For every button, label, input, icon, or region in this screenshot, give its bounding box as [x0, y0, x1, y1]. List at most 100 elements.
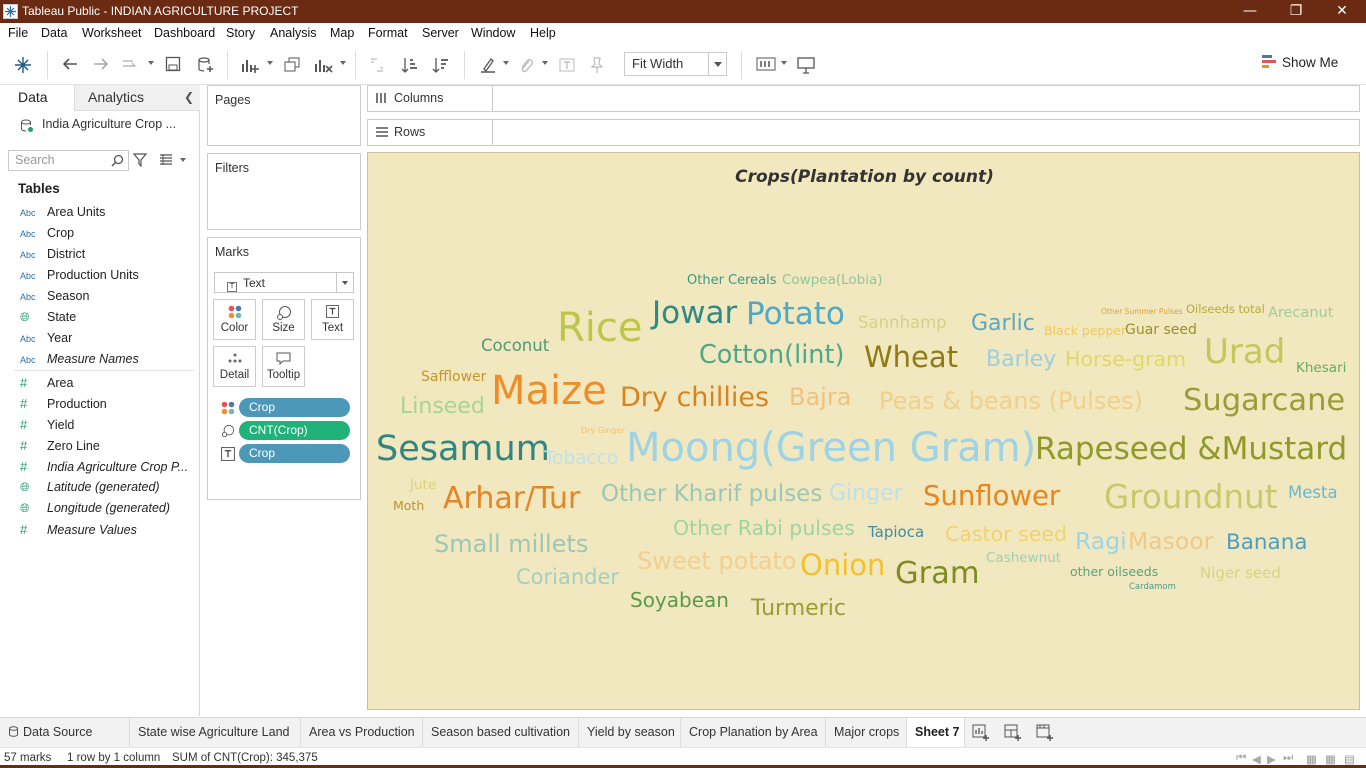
text-pill[interactable]: Crop — [239, 444, 350, 463]
word-other-rabi-pulses[interactable]: Other Rabi pulses — [673, 518, 855, 539]
word-cardamom[interactable]: Cardamom — [1129, 583, 1176, 592]
data-source-item[interactable]: India Agriculture Crop ... — [21, 117, 176, 132]
word-wheat[interactable]: Wheat — [864, 343, 958, 372]
word-dry-chillies[interactable]: Dry chillies — [620, 384, 769, 411]
word-tapioca[interactable]: Tapioca — [868, 525, 924, 540]
word-dry-ginger[interactable]: Dry Ginger — [581, 427, 625, 435]
word-castor-seed[interactable]: Castor seed — [945, 524, 1067, 545]
field-production[interactable]: # Production — [20, 396, 107, 416]
field-longitude[interactable]: 🌐︎ Longitude (generated) — [20, 501, 170, 521]
menu-server[interactable]: Server — [422, 26, 459, 40]
highlight-dropdown-icon[interactable] — [503, 61, 509, 65]
field-state[interactable]: 🌐︎ State — [20, 310, 76, 330]
tab-major-crops[interactable]: Major crops — [826, 718, 907, 748]
word-jowar[interactable]: Jowar — [652, 298, 737, 329]
menu-map[interactable]: Map — [330, 26, 354, 40]
word-coriander[interactable]: Coriander — [516, 567, 619, 588]
sort-ascending-icon[interactable] — [398, 53, 422, 75]
word-onion[interactable]: Onion — [800, 551, 885, 580]
word-cloud-view[interactable]: Crops(Plantation by count) Other Cereals… — [367, 152, 1360, 710]
tab-data-source[interactable]: Data Source — [0, 718, 130, 748]
menu-dashboard[interactable]: Dashboard — [154, 26, 215, 40]
word-niger-seed[interactable]: Niger seed — [1200, 566, 1281, 581]
word-linseed[interactable]: Linseed — [400, 396, 485, 418]
size-button[interactable]: Size — [262, 299, 305, 340]
word-potato[interactable]: Potato — [746, 299, 845, 330]
show-sheet-sorter-icon[interactable]: ▦ — [1325, 752, 1336, 766]
presentation-mode-icon[interactable] — [794, 53, 818, 75]
search-input[interactable]: Search — [8, 150, 129, 171]
fix-axes-icon[interactable] — [585, 53, 609, 75]
next-sheet-icon[interactable]: ▶ — [1267, 752, 1276, 766]
word-small-millets[interactable]: Small millets — [434, 532, 588, 556]
new-data-source-icon[interactable] — [194, 53, 218, 75]
field-india-agriculture-count[interactable]: # India Agriculture Crop P... — [20, 459, 188, 479]
restore-icon[interactable]: ❐ — [1273, 0, 1319, 23]
field-production-units[interactable]: Abc Production Units — [20, 268, 139, 288]
swap-rows-columns-icon[interactable] — [365, 53, 389, 75]
pages-card[interactable]: Pages — [207, 85, 361, 146]
word-garlic[interactable]: Garlic — [971, 313, 1035, 335]
word-banana[interactable]: Banana — [1226, 532, 1308, 554]
new-dashboard-icon[interactable] — [1004, 724, 1022, 742]
tab-state-wise-agriculture-land[interactable]: State wise Agriculture Land — [130, 718, 301, 748]
size-pill[interactable]: CNT(Crop) — [239, 421, 350, 440]
highlight-icon[interactable] — [476, 53, 500, 75]
word-tobacco[interactable]: Tobacco — [544, 449, 618, 469]
new-story-icon[interactable] — [1036, 724, 1054, 742]
view-list-icon[interactable] — [159, 153, 173, 167]
tooltip-button[interactable]: Tooltip — [262, 346, 305, 387]
word-mesta[interactable]: Mesta — [1288, 484, 1338, 502]
word-arhar-tur[interactable]: Arhar/Tur — [443, 484, 580, 514]
detail-button[interactable]: Detail — [213, 346, 256, 387]
word-bajra[interactable]: Bajra — [789, 385, 851, 409]
close-icon[interactable]: ✕ — [1319, 0, 1365, 23]
field-measure-values[interactable]: # Measure Values — [20, 522, 137, 542]
word-moth[interactable]: Moth — [393, 499, 424, 513]
word-barley[interactable]: Barley — [986, 349, 1056, 371]
word-peas-beans-pulses[interactable]: Peas & beans (Pulses) — [879, 389, 1143, 413]
group-members-icon[interactable] — [514, 53, 538, 75]
menu-file[interactable]: File — [8, 26, 28, 40]
show-cards-icon[interactable] — [754, 53, 778, 75]
word-turmeric[interactable]: Turmeric — [751, 598, 846, 620]
new-worksheet-icon[interactable] — [238, 53, 262, 75]
show-tabs-icon[interactable]: ▤ — [1344, 752, 1355, 766]
word-rice[interactable]: Rice — [557, 308, 643, 348]
replay-icon[interactable] — [119, 53, 143, 75]
field-crop[interactable]: Abc Crop — [20, 226, 74, 246]
color-button[interactable]: Color — [213, 299, 256, 340]
word-jute[interactable]: Jute — [410, 478, 436, 493]
last-sheet-icon[interactable]: ⏭ — [1283, 752, 1293, 765]
columns-shelf[interactable]: Columns — [367, 85, 1360, 112]
show-cards-dropdown-icon[interactable] — [781, 61, 787, 65]
clear-dropdown-icon[interactable] — [340, 61, 346, 65]
word-other-oilseeds[interactable]: other oilseeds — [1070, 565, 1158, 579]
chevron-down-icon[interactable] — [708, 53, 726, 75]
tab-data[interactable]: Data — [0, 85, 74, 111]
rows-shelf[interactable]: Rows — [367, 119, 1360, 146]
field-zero-line[interactable]: # Zero Line — [20, 438, 100, 458]
word-other-summer-pulses[interactable]: Other Summer Pulses — [1101, 308, 1183, 316]
menu-window[interactable]: Window — [471, 26, 515, 40]
collapse-pane-icon[interactable]: ❮ — [184, 90, 194, 104]
tab-yield-by-season[interactable]: Yield by season — [579, 718, 681, 748]
word-cowpea-lobia[interactable]: Cowpea(Lobia) — [782, 273, 883, 288]
filter-icon[interactable] — [133, 153, 147, 167]
word-gram[interactable]: Gram — [895, 558, 980, 590]
word-horse-gram[interactable]: Horse-gram — [1065, 349, 1186, 370]
fit-dropdown[interactable]: Fit Width — [624, 52, 727, 76]
field-yield[interactable]: # Yield — [20, 417, 74, 437]
field-measure-names[interactable]: Abc Measure Names — [20, 352, 139, 372]
mark-type-dropdown[interactable]: T Text — [214, 272, 354, 293]
undo-icon[interactable] — [58, 53, 82, 75]
word-other-kharif-pulses[interactable]: Other Kharif pulses — [601, 483, 822, 506]
word-soyabean[interactable]: Soyabean — [630, 590, 729, 610]
clear-sheet-icon[interactable] — [311, 53, 335, 75]
duplicate-sheet-icon[interactable] — [280, 53, 304, 75]
save-icon[interactable] — [161, 53, 185, 75]
field-district[interactable]: Abc District — [20, 247, 85, 267]
menu-format[interactable]: Format — [368, 26, 408, 40]
show-mark-labels-icon[interactable] — [555, 53, 579, 75]
view-dropdown-icon[interactable] — [180, 158, 186, 162]
